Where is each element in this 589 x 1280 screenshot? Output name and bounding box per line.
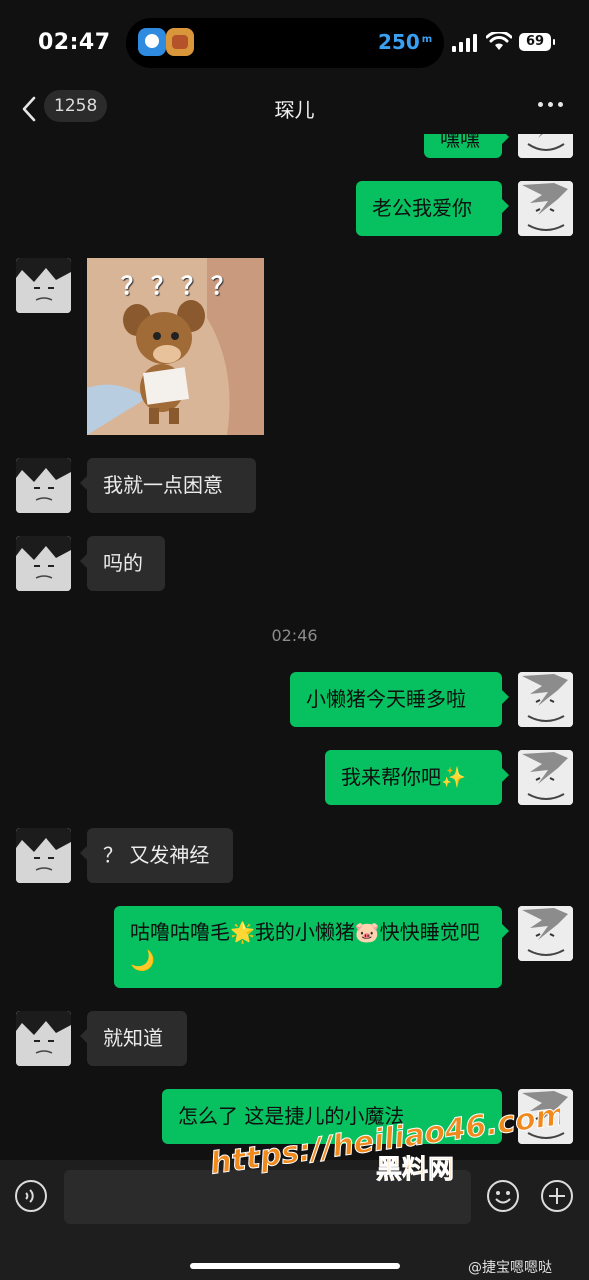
my-avatar[interactable]	[518, 906, 573, 961]
contact-avatar[interactable]	[16, 1011, 71, 1066]
distance-readout: 250 m	[378, 30, 433, 54]
outgoing-message-bubble[interactable]: 咕噜咕噜毛🌟我的小懒猪🐷快快睡觉吧🌙	[114, 906, 509, 988]
my-avatar[interactable]	[518, 181, 573, 236]
more-options-icon[interactable]	[538, 102, 564, 110]
app-avatar-icon	[138, 28, 166, 56]
voice-input-icon[interactable]	[14, 1179, 48, 1213]
contact-avatar[interactable]	[16, 536, 71, 591]
message-timestamp: 02:46	[271, 626, 318, 645]
my-avatar[interactable]	[518, 672, 573, 727]
contact-avatar[interactable]	[16, 458, 71, 513]
outgoing-message-bubble[interactable]: 老公我爱你	[356, 181, 509, 236]
outgoing-message-bubble[interactable]: 我来帮你吧✨	[325, 750, 509, 805]
dynamic-island[interactable]: 250 m	[126, 18, 444, 68]
status-time: 02:47	[38, 30, 111, 55]
watermark-name: 黑料网	[376, 1155, 454, 1185]
cellular-signal-icon	[452, 34, 480, 52]
food-delivery-icon	[166, 28, 194, 56]
incoming-message-bubble[interactable]: 我就一点困意	[80, 458, 256, 513]
chat-title: 琛儿	[274, 98, 315, 122]
battery-icon: 69	[519, 33, 555, 51]
sticker-caption: ？？？？	[121, 272, 241, 300]
outgoing-message-bubble[interactable]: 小懒猪今天睡多啦	[290, 672, 509, 727]
incoming-message-bubble[interactable]: 就知道	[80, 1011, 187, 1066]
home-indicator[interactable]	[190, 1263, 400, 1269]
incoming-message-bubble[interactable]: 吗的	[80, 536, 165, 591]
wifi-icon	[486, 32, 512, 50]
status-bar: 02:47 250 m 69	[0, 0, 589, 88]
chat-header: 1258 琛儿	[0, 88, 589, 134]
source-credit: @捷宝嗯嗯哒	[468, 1260, 552, 1276]
contact-avatar[interactable]	[16, 828, 71, 883]
watermark-overlay: https://heiliao46.com 黑料网	[208, 1097, 560, 1186]
incoming-message-bubble[interactable]: ？ 又发神经	[80, 828, 233, 883]
my-avatar[interactable]	[518, 750, 573, 805]
contact-avatar[interactable]	[16, 258, 71, 313]
sticker-image[interactable]: ？？？？	[87, 258, 264, 435]
